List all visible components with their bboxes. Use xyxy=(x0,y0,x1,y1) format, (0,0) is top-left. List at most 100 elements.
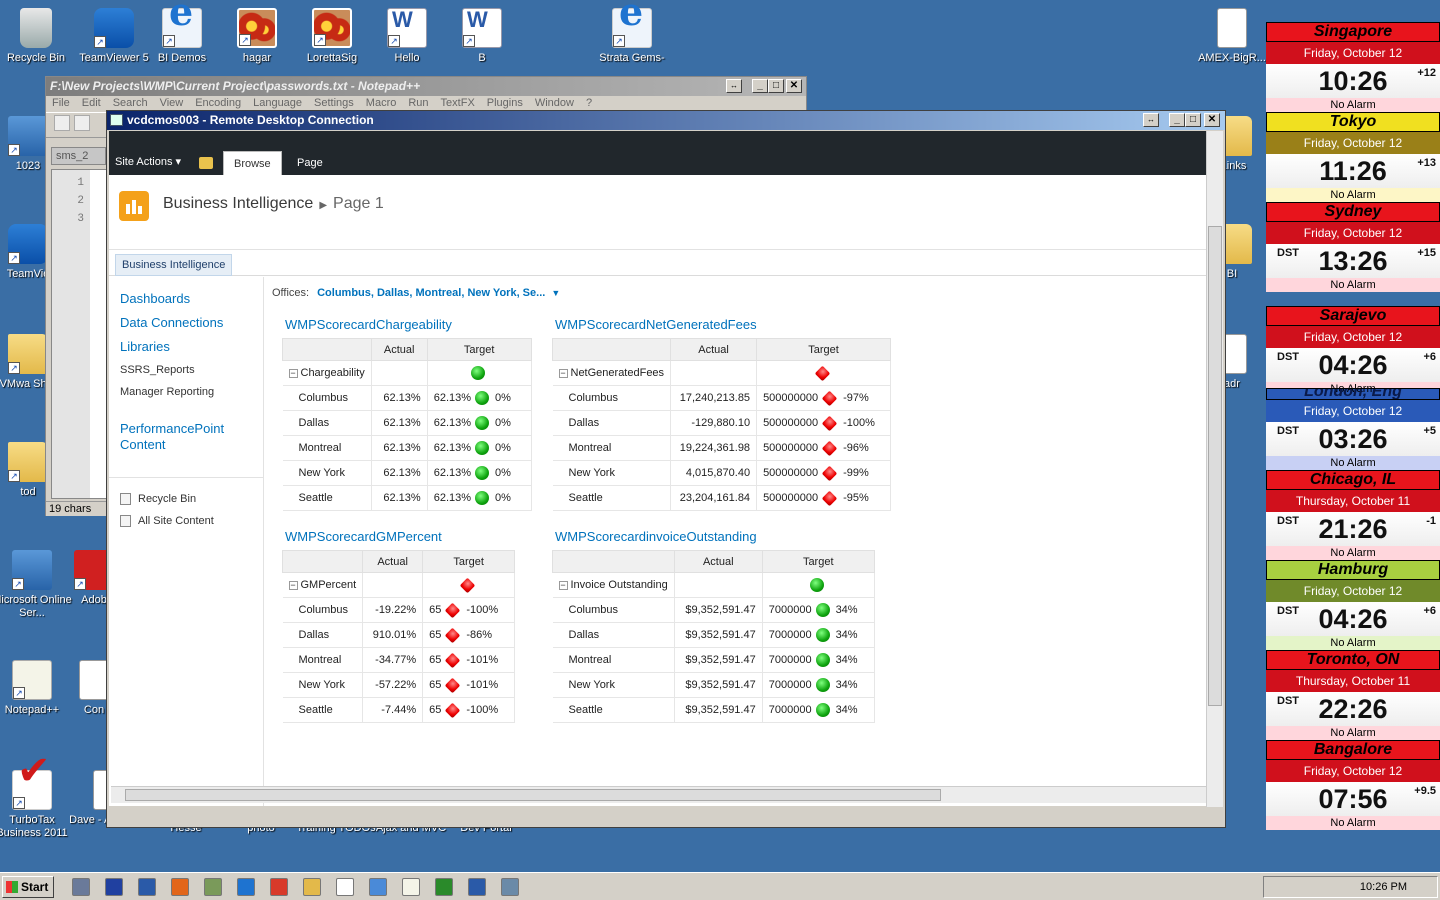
filter-value[interactable]: Columbus, Dallas, Montreal, New York, Se… xyxy=(317,287,545,299)
chrome-icon[interactable] xyxy=(270,878,288,896)
dropdown-arrow-icon[interactable]: ▼ xyxy=(551,288,560,298)
powershell-icon[interactable] xyxy=(138,878,156,896)
scorecard-title[interactable]: WMPScorecardNetGeneratedFees xyxy=(555,317,891,332)
menu-item[interactable]: Search xyxy=(113,97,148,109)
notepad-icon[interactable] xyxy=(402,878,420,896)
rdp-titlebar[interactable]: vcdcmos003 - Remote Desktop Connection xyxy=(107,111,1225,130)
minimize-button[interactable]: _ xyxy=(752,79,768,93)
desktop-icon-lorettasig[interactable]: ↗ LorettaSig xyxy=(292,8,372,65)
new-file-icon[interactable] xyxy=(54,115,70,131)
maximize-button[interactable]: □ xyxy=(768,79,784,93)
vertical-scrollbar[interactable] xyxy=(1206,131,1223,807)
clock-chicago-il[interactable]: Chicago, IL Thursday, October 11 21:26 DST -… xyxy=(1266,470,1440,560)
tab-browse[interactable]: Browse xyxy=(223,151,282,175)
desktop-icon-hagar[interactable]: ↗ hagar xyxy=(217,8,297,65)
desktop-icon-turbotax-business-2011[interactable]: ↗ TurboTax Business 2011 xyxy=(0,765,72,840)
collapse-icon[interactable]: − xyxy=(288,581,298,590)
rdp-icon[interactable] xyxy=(501,878,519,896)
notepad-editor[interactable]: 1 2 3 xyxy=(51,169,111,499)
desktop-icon-b[interactable]: ↗B xyxy=(442,8,522,65)
desktop-icon-amex-bigr[interactable]: AMEX-BigR... xyxy=(1192,8,1272,65)
desktop-icon-recycle-bin[interactable]: Recycle Bin xyxy=(0,8,76,65)
taskbar-clock[interactable]: 10:26 PM xyxy=(1360,881,1407,893)
menu-item[interactable]: Plugins xyxy=(487,97,523,109)
notepad-tab[interactable]: sms_2 xyxy=(51,147,106,165)
clock-offset: +15 xyxy=(1417,247,1436,259)
clock-hamburg[interactable]: Hamburg Friday, October 12 04:26 DST +6 No Al… xyxy=(1266,560,1440,650)
menu-item[interactable]: TextFX xyxy=(441,97,475,109)
show-desktop-icon[interactable] xyxy=(72,878,90,896)
menu-item[interactable]: Run xyxy=(408,97,428,109)
desktop-icon-bi-demos[interactable]: ↗ BI Demos xyxy=(142,5,222,65)
maximize-button[interactable]: □ xyxy=(1185,113,1201,127)
menu-item[interactable]: Language xyxy=(253,97,302,109)
chat-icon[interactable] xyxy=(336,878,354,896)
horizontal-scrollbar[interactable] xyxy=(111,786,1207,803)
offices-filter[interactable]: Offices: Columbus, Dallas, Montreal, New … xyxy=(272,287,560,299)
nav-data-connections[interactable]: Data Connections xyxy=(120,311,263,335)
project-icon[interactable] xyxy=(435,878,453,896)
nav-performancepoint[interactable]: PerformancePoint Content xyxy=(120,421,250,453)
tab-page[interactable]: Page xyxy=(287,151,333,175)
notepadpp-icon: ↗ xyxy=(12,660,52,700)
all-site-content-link[interactable]: All Site Content xyxy=(120,510,253,532)
menu-item[interactable]: Settings xyxy=(314,97,354,109)
firefox-icon[interactable] xyxy=(171,878,189,896)
ie-icon[interactable] xyxy=(237,878,255,896)
close-button[interactable]: ✕ xyxy=(1204,113,1220,127)
save-icon[interactable] xyxy=(105,878,123,896)
menu-item[interactable]: File xyxy=(52,97,70,109)
menu-item[interactable]: ? xyxy=(586,97,592,109)
nav-dashboards[interactable]: Dashboards xyxy=(120,287,263,311)
clock-tokyo[interactable]: Tokyo Friday, October 12 11:26 +13 No Alarm xyxy=(1266,112,1440,202)
collapse-icon[interactable]: − xyxy=(558,369,568,378)
topnav-business-intelligence[interactable]: Business Intelligence xyxy=(115,254,233,276)
breadcrumb-site[interactable]: Business Intelligence xyxy=(163,195,313,212)
navigate-up-icon[interactable] xyxy=(199,157,213,169)
site-actions-menu[interactable]: Site Actions ▾ xyxy=(115,155,181,168)
menu-item[interactable]: Edit xyxy=(82,97,101,109)
users-icon[interactable] xyxy=(369,878,387,896)
clock-singapore[interactable]: Singapore Friday, October 12 10:26 +12 No Al… xyxy=(1266,22,1440,112)
clock-sarajevo[interactable]: SarajevoFriday, October 1204:26DST+6No A… xyxy=(1266,306,1440,396)
recycle-bin-link[interactable]: Recycle Bin xyxy=(120,488,253,510)
word-icon[interactable] xyxy=(468,878,486,896)
menu-item[interactable]: Macro xyxy=(366,97,397,109)
scorecard-title[interactable]: WMPScorecardGMPercent xyxy=(285,529,515,544)
nav-ssrs-reports[interactable]: SSRS_Reports xyxy=(120,359,263,381)
menu-item[interactable]: Window xyxy=(535,97,574,109)
table-row: Seattle 23,204,161.84 500000000 -95% xyxy=(552,485,892,511)
notepad-title[interactable]: F:\New Projects\WMP\Current Project\pass… xyxy=(46,77,806,96)
close-button[interactable]: ✕ xyxy=(786,79,802,93)
nav-libraries[interactable]: Libraries xyxy=(120,335,263,359)
open-file-icon[interactable] xyxy=(74,115,90,131)
restore-icon[interactable]: ↔ xyxy=(1143,113,1159,127)
collapse-icon[interactable]: − xyxy=(288,369,298,378)
clock-bangalore[interactable]: Bangalore Friday, October 12 07:56 +9.5 No A… xyxy=(1266,740,1440,830)
explorer-icon[interactable] xyxy=(303,878,321,896)
scorecard-title[interactable]: WMPScorecardinvoiceOutstanding xyxy=(555,529,875,544)
start-button[interactable]: Start xyxy=(2,876,54,898)
rdp-window[interactable]: vcdcmos003 - Remote Desktop Connection ↔… xyxy=(106,110,1226,828)
variance-value: -101% xyxy=(466,654,499,666)
shortcut-arrow-icon: ↗ xyxy=(74,578,86,590)
clock-sydney[interactable]: Sydney Friday, October 12 13:26 DST +15 No Al… xyxy=(1266,202,1440,292)
restore-icon[interactable]: ↔ xyxy=(726,79,742,93)
nav-manager-reporting[interactable]: Manager Reporting xyxy=(120,381,263,403)
minimize-button[interactable]: _ xyxy=(1169,113,1185,127)
site-logo-icon[interactable] xyxy=(119,191,149,221)
menu-item[interactable]: View xyxy=(160,97,184,109)
menu-item[interactable]: Encoding xyxy=(195,97,241,109)
desktop-icon-strata-gems[interactable]: ↗ Strata Gems- xyxy=(592,5,672,65)
clock-date: Friday, October 12 xyxy=(1266,42,1440,64)
desktop-icon-label: Hello xyxy=(394,52,420,64)
clock-london-eng[interactable]: London, Eng Friday, October 12 03:26 DST +5 N… xyxy=(1266,388,1440,470)
clock-city: London, Eng xyxy=(1266,388,1440,400)
word-doc-icon: ↗ xyxy=(387,8,427,48)
rdp-icon xyxy=(110,114,123,126)
network-icon[interactable] xyxy=(204,878,222,896)
desktop-icon-hello[interactable]: ↗ Hello xyxy=(367,8,447,65)
collapse-icon[interactable]: − xyxy=(558,581,568,590)
scorecard-title[interactable]: WMPScorecardChargeability xyxy=(285,317,532,332)
clock-toronto-on[interactable]: Toronto, ON Thursday, October 11 22:26 DST N… xyxy=(1266,650,1440,740)
